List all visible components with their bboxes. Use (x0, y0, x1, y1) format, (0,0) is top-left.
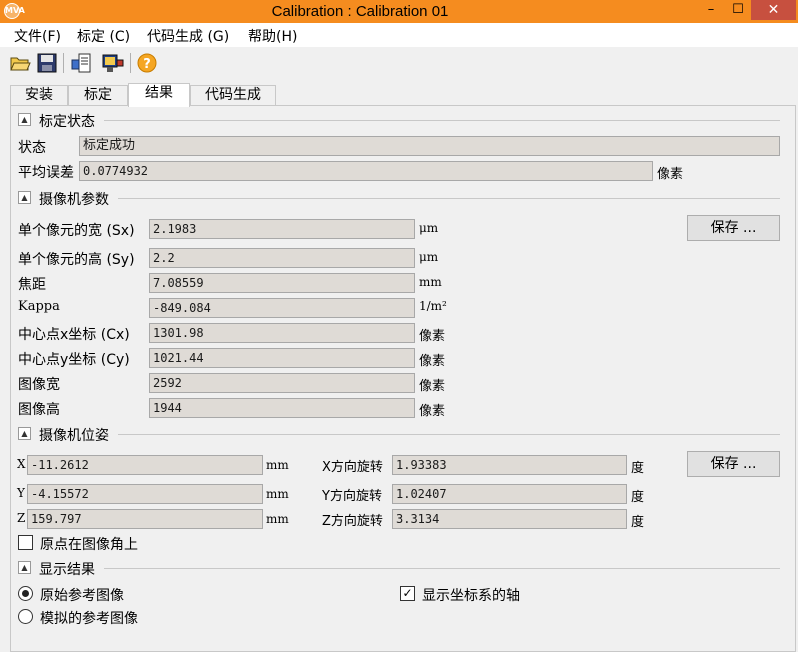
svg-text:?: ? (143, 57, 151, 72)
param-label-cx: 中心点x坐标 (Cx) (18, 327, 130, 343)
param-field-focal[interactable]: 7.08559 (149, 273, 415, 293)
pose-field-rz[interactable]: 3.3134 (392, 509, 627, 529)
param-label-sy: 单个像元的高 (Sy) (18, 252, 135, 268)
section-title: 摄像机位姿 (39, 428, 109, 444)
pose-label-y: Y (17, 486, 25, 500)
param-field-cx[interactable]: 1301.98 (149, 323, 415, 343)
menu-codegen[interactable]: 代码生成 (G) (147, 26, 229, 46)
param-unit-width: 像素 (419, 379, 446, 394)
param-field-cy[interactable]: 1021.44 (149, 348, 415, 368)
pose-unit-ry: 度 (631, 490, 645, 505)
param-label-focal: 焦距 (18, 277, 46, 293)
pose-unit-rx: 度 (631, 461, 645, 476)
menu-calibrate[interactable]: 标定 (C) (77, 26, 130, 46)
param-field-height[interactable]: 1944 (149, 398, 415, 418)
mean-error-unit: 像素 (657, 167, 684, 182)
param-unit-sx: μm (419, 221, 439, 235)
checkmark-icon: ✓ (402, 586, 413, 600)
section-title: 摄像机参数 (39, 192, 109, 208)
param-field-sx[interactable]: 2.1983 (149, 219, 415, 239)
window-title: Calibration : Calibration 01 (271, 3, 449, 20)
param-label-cy: 中心点y坐标 (Cy) (18, 352, 130, 368)
pose-field-y[interactable]: -4.15572 (27, 484, 263, 504)
pose-unit-y: mm (266, 487, 289, 501)
camera-settings-icon[interactable] (101, 52, 124, 74)
param-unit-focal: mm (419, 275, 442, 289)
tab-codegen[interactable]: 代码生成 (190, 85, 276, 106)
save-params-button[interactable]: 保存 ... (687, 215, 780, 241)
param-field-sy[interactable]: 2.2 (149, 248, 415, 268)
radio-original-image[interactable] (18, 586, 33, 601)
radio-simulated-image[interactable] (18, 609, 33, 624)
pose-label-rx: X方向旋转 (322, 460, 383, 475)
param-label-height: 图像高 (18, 402, 60, 418)
param-unit-sy: μm (419, 250, 439, 264)
collapse-toggle[interactable]: ▲ (18, 427, 31, 440)
mean-error-label: 平均误差 (18, 165, 74, 181)
origin-corner-checkbox[interactable] (18, 535, 33, 550)
pose-label-ry: Y方向旋转 (322, 489, 382, 504)
divider (104, 568, 780, 569)
toolbar: ? (0, 47, 798, 79)
param-label-kappa: Kappa (18, 299, 60, 314)
pose-field-ry[interactable]: 1.02407 (392, 484, 627, 504)
close-button[interactable]: ✕ (751, 0, 796, 20)
tab-calibrate[interactable]: 标定 (68, 85, 128, 106)
show-axes-label: 显示坐标系的轴 (422, 588, 520, 604)
menu-file[interactable]: 文件(F) (14, 26, 61, 46)
pose-unit-z: mm (266, 512, 289, 526)
mean-error-field[interactable]: 0.0774932 (79, 161, 653, 181)
minimize-button[interactable]: – (697, 0, 725, 20)
menu-bar: 文件(F) 标定 (C) 代码生成 (G) 帮助(H) (0, 23, 798, 47)
param-unit-cy: 像素 (419, 354, 446, 369)
pose-unit-rz: 度 (631, 515, 645, 530)
open-folder-icon[interactable] (9, 52, 31, 74)
save-icon[interactable] (36, 52, 58, 74)
pose-unit-x: mm (266, 458, 289, 472)
maximize-button[interactable]: ☐ (725, 0, 751, 20)
param-field-kappa[interactable]: -849.084 (149, 298, 415, 318)
pose-label-z: Z (17, 511, 26, 525)
tab-install[interactable]: 安装 (10, 85, 68, 106)
divider (104, 120, 780, 121)
collapse-toggle[interactable]: ▲ (18, 561, 31, 574)
param-unit-kappa: 1/m² (419, 299, 447, 313)
radio-simulated-label: 模拟的参考图像 (40, 611, 138, 627)
divider (118, 434, 780, 435)
toolbar-separator (130, 53, 131, 73)
save-pose-button[interactable]: 保存 ... (687, 451, 780, 477)
pose-field-z[interactable]: 159.797 (27, 509, 263, 529)
status-label: 状态 (18, 140, 46, 156)
pose-label-rz: Z方向旋转 (322, 514, 383, 529)
help-icon[interactable]: ? (136, 52, 158, 74)
param-field-width[interactable]: 2592 (149, 373, 415, 393)
radio-original-label: 原始参考图像 (40, 588, 124, 604)
pose-field-x[interactable]: -11.2612 (27, 455, 263, 475)
tab-results[interactable]: 结果 (128, 83, 190, 107)
param-label-sx: 单个像元的宽 (Sx) (18, 223, 135, 239)
collapse-toggle[interactable]: ▲ (18, 113, 31, 126)
section-title: 显示结果 (39, 562, 95, 578)
status-field[interactable]: 标定成功 (79, 136, 780, 156)
menu-help[interactable]: 帮助(H) (248, 26, 297, 46)
show-axes-checkbox[interactable]: ✓ (400, 586, 415, 601)
divider (118, 198, 780, 199)
toolbar-separator (63, 53, 64, 73)
param-unit-height: 像素 (419, 404, 446, 419)
section-title: 标定状态 (39, 114, 95, 130)
title-bar: MVA Calibration : Calibration 01 – ☐ ✕ (0, 0, 798, 23)
export-icon[interactable] (70, 52, 92, 74)
pose-field-rx[interactable]: 1.93383 (392, 455, 627, 475)
origin-corner-label: 原点在图像角上 (40, 537, 138, 553)
param-unit-cx: 像素 (419, 329, 446, 344)
collapse-toggle[interactable]: ▲ (18, 191, 31, 204)
pose-label-x: X (17, 457, 26, 471)
param-label-width: 图像宽 (18, 377, 60, 393)
